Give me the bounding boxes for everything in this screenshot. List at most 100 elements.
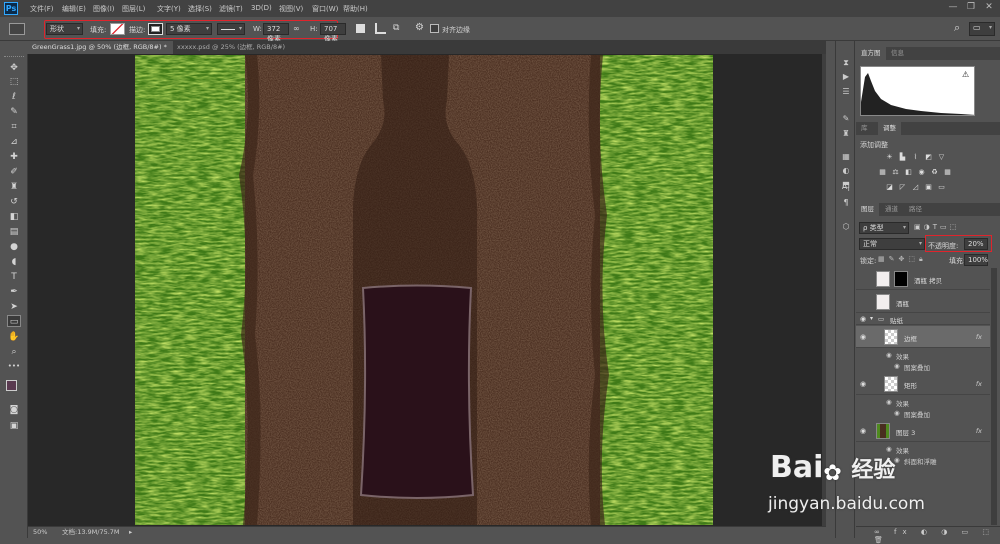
color-icon[interactable]: ◐ (840, 165, 852, 177)
invert-icon[interactable]: ◪ (884, 183, 895, 192)
crop-tool-icon[interactable]: ⌗ (7, 121, 21, 133)
zoom-level[interactable]: 50% (33, 527, 47, 538)
layer-row[interactable]: ◉ 图层 3 fx (856, 420, 990, 442)
tab-greengrass[interactable]: GreenGrass1.jpg @ 50% (边框, RGB/8#) * × (28, 41, 173, 64)
gear-icon[interactable]: ⚙ (415, 22, 424, 33)
stroke-type-dropdown[interactable]: ▾ (217, 23, 245, 35)
warning-icon[interactable]: ⚠ (962, 70, 969, 79)
tab-channels[interactable]: 通道 (880, 203, 903, 216)
brush-presets-icon[interactable]: ✎ (840, 113, 852, 125)
exposure-icon[interactable]: ◩ (923, 153, 934, 162)
selective-color-icon[interactable]: ▣ (923, 183, 934, 192)
menu-image[interactable]: 图像(I) (93, 4, 115, 14)
clone-stamp-tool-icon[interactable]: ♜ (7, 181, 21, 193)
path-arrangement-icon[interactable]: ⧉ (393, 23, 404, 34)
effects-row[interactable]: ◉ 效果 (856, 397, 990, 408)
menu-layer[interactable]: 图层(L) (122, 4, 145, 14)
3d-icon[interactable]: ⬡ (840, 221, 852, 233)
eye-icon[interactable]: ◉ (894, 409, 900, 417)
vibrance-icon[interactable]: ▽ (936, 153, 947, 162)
paragraph-icon[interactable]: ¶ (840, 197, 852, 209)
menu-3d[interactable]: 3D(D) (251, 4, 272, 12)
width-input[interactable]: 372 像素 (263, 23, 289, 43)
marquee-tool-icon[interactable]: ⬚ (7, 76, 21, 88)
tab-histogram[interactable]: 直方图 (856, 47, 886, 60)
opacity-input[interactable]: 20% (964, 238, 988, 250)
pen-tool-icon[interactable]: ✒ (7, 286, 21, 298)
path-operations-icon[interactable] (356, 24, 365, 33)
lock-icons[interactable]: ▦✎✥⬚🔒︎ (878, 255, 927, 264)
photo-filter-icon[interactable]: ◉ (916, 168, 927, 177)
move-tool-icon[interactable]: ✥ (7, 62, 21, 74)
tab-library[interactable]: 库 (856, 122, 873, 135)
eye-icon[interactable]: ◉ (886, 351, 892, 359)
fill-input[interactable]: 100% (964, 254, 988, 266)
close-icon[interactable]: ✕ (981, 1, 997, 14)
fx-badge[interactable]: fx (976, 380, 982, 388)
eye-icon[interactable]: ◉ (860, 315, 866, 323)
tab-adjustments[interactable]: 调整 (878, 122, 901, 135)
minimize-icon[interactable]: — (945, 1, 961, 14)
menu-type[interactable]: 文字(Y) (157, 4, 181, 14)
layer-filter-dropdown[interactable]: ρ 类型 ▾ (859, 222, 909, 234)
layers-scrollbar[interactable] (991, 268, 997, 525)
eye-icon[interactable]: ◉ (860, 380, 866, 388)
document-canvas[interactable] (135, 55, 713, 525)
menu-file[interactable]: 文件(F) (30, 4, 54, 14)
fx-badge[interactable]: fx (976, 427, 982, 435)
foreground-color-swatch[interactable] (6, 380, 17, 391)
quick-select-tool-icon[interactable]: ✎ (7, 106, 21, 118)
menu-view[interactable]: 视图(V) (279, 4, 303, 14)
menu-edit[interactable]: 编辑(E) (62, 4, 86, 14)
layer-row[interactable]: ◉ 矩形 fx (856, 373, 990, 395)
gradient-map-icon[interactable]: ▭ (936, 183, 947, 192)
link-icon[interactable]: ∞ (293, 24, 300, 33)
align-edges-checkbox[interactable] (430, 24, 439, 33)
eye-icon[interactable]: ◉ (886, 398, 892, 406)
tab-info[interactable]: 信息 (886, 47, 909, 60)
fill-swatch[interactable] (110, 23, 125, 35)
workspace-icon[interactable]: ▭ ▾ (969, 22, 995, 36)
layer-group-row[interactable]: ◉ ▾ ▭ 贴纸 (856, 314, 990, 325)
fx-badge[interactable]: fx (976, 333, 982, 341)
color-balance-icon[interactable]: ⚖ (890, 168, 901, 177)
brush-tool-icon[interactable]: ✐ (7, 166, 21, 178)
curves-icon[interactable]: ⌇ (910, 153, 921, 162)
search-icon[interactable]: ⌕ (954, 21, 960, 35)
lasso-tool-icon[interactable]: ℓ (7, 91, 21, 103)
menu-filter[interactable]: 滤镜(T) (219, 4, 243, 14)
healing-brush-tool-icon[interactable]: ✚ (7, 151, 21, 163)
status-menu-arrow[interactable]: ▸ (129, 527, 132, 538)
gradient-tool-icon[interactable]: ▤ (7, 226, 21, 238)
tool-mode-dropdown[interactable]: 形状 ▾ (46, 23, 83, 35)
path-selection-tool-icon[interactable]: ➤ (7, 301, 21, 313)
history-brush-tool-icon[interactable]: ↺ (7, 196, 21, 208)
stroke-width-input[interactable]: 5 像素 ▾ (166, 23, 212, 35)
color-lookup-icon[interactable]: ▦ (942, 168, 953, 177)
levels-icon[interactable]: ▙ (897, 153, 908, 162)
layers-footer-icons[interactable]: ∞ fx ◐ ◑ ▭ ⬚ 🗑︎ (874, 528, 1000, 544)
eye-icon[interactable]: ◉ (860, 333, 866, 341)
menu-help[interactable]: 帮助(H) (343, 4, 368, 14)
history-icon[interactable]: ⧗ (840, 57, 852, 69)
layer-row[interactable]: 酒瓶 拷贝 (856, 268, 990, 290)
threshold-icon[interactable]: ◿ (910, 183, 921, 192)
layer-row[interactable]: 酒瓶 (856, 291, 990, 313)
actions-icon[interactable]: ▶ (840, 71, 852, 83)
clone-source-icon[interactable]: ♜ (840, 128, 852, 140)
swatches-icon[interactable]: ▦ (840, 151, 852, 163)
height-input[interactable]: 707 像素 (320, 23, 346, 43)
brightness-icon[interactable]: ☀ (884, 153, 895, 162)
effect-row[interactable]: ◉ 图案叠加 (856, 408, 990, 419)
rectangle-tool-icon[interactable]: ▭ (7, 315, 21, 327)
path-alignment-icon[interactable] (375, 23, 386, 34)
screen-mode-icon[interactable]: ▣ (7, 420, 21, 432)
eraser-tool-icon[interactable]: ◧ (7, 211, 21, 223)
effects-row[interactable]: ◉ 效果 (856, 350, 990, 361)
properties-icon[interactable]: ☰ (840, 86, 852, 98)
character-panel-icon[interactable]: A| (840, 181, 852, 193)
eye-icon[interactable]: ◉ (894, 362, 900, 370)
zoom-tool-icon[interactable]: ⌕ (7, 346, 21, 358)
menu-window[interactable]: 窗口(W) (312, 4, 338, 14)
chevron-down-icon[interactable]: ▾ (870, 315, 873, 322)
